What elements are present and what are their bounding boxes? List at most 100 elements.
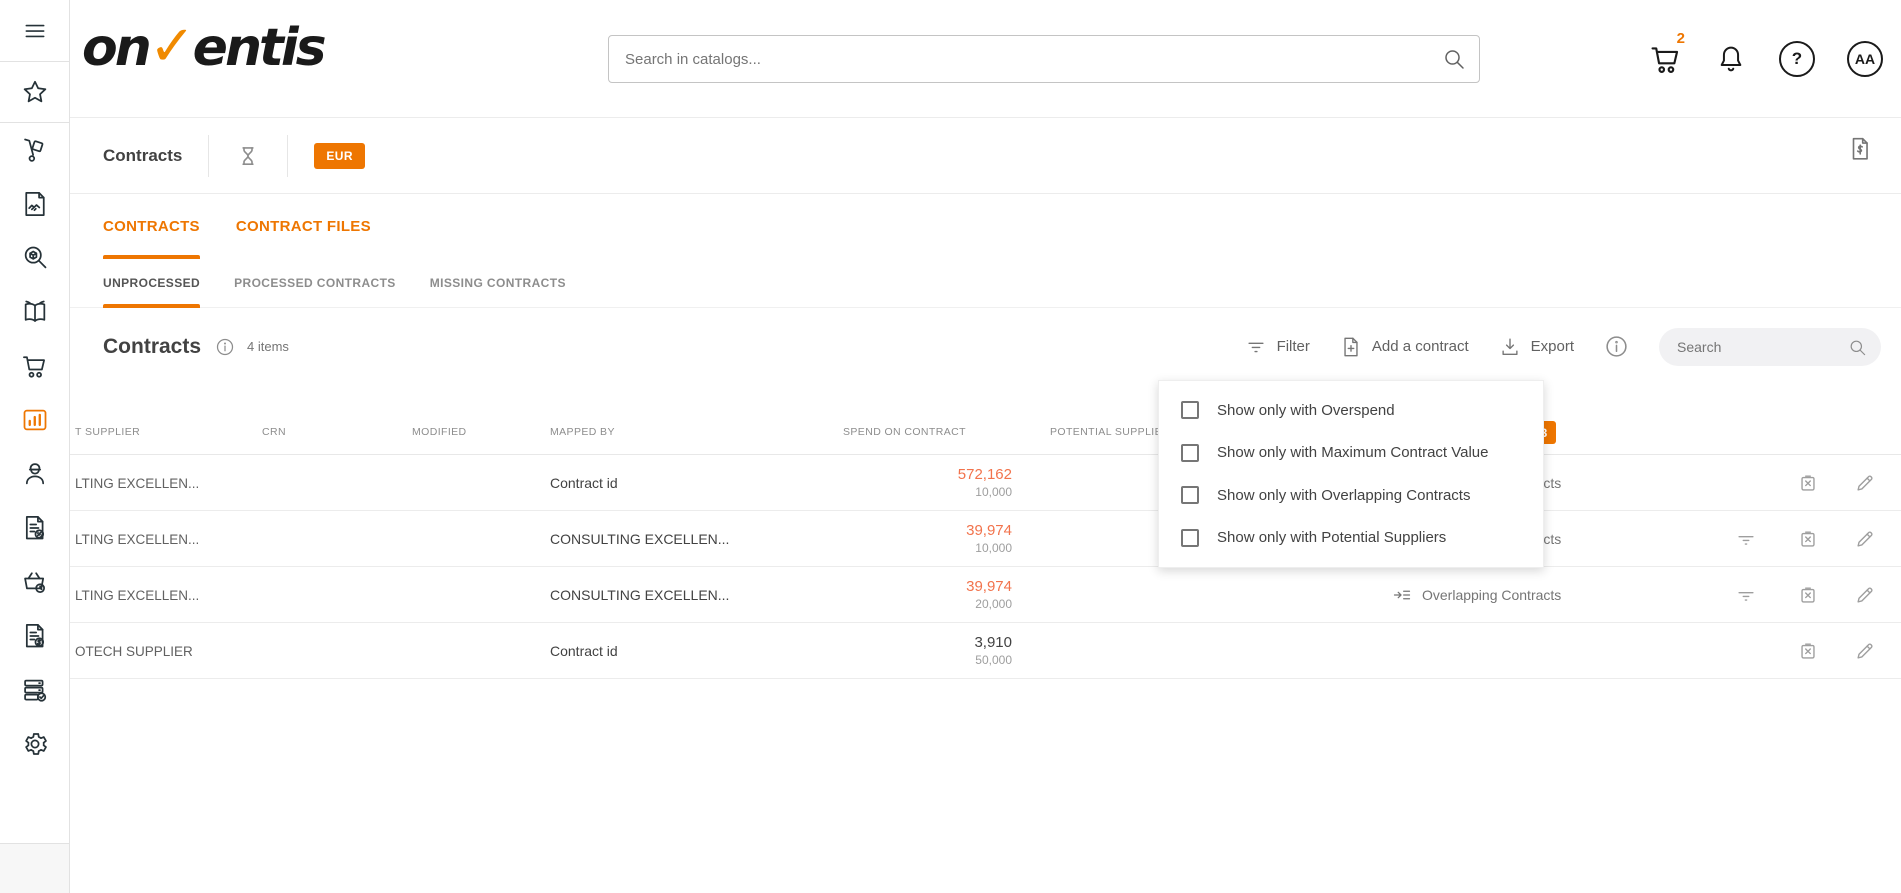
row-filter-button[interactable] (1726, 511, 1766, 567)
filter-label: Filter (1277, 338, 1310, 355)
toolbar: Filter Add a contract Export (1245, 308, 1881, 385)
download-icon (1499, 336, 1521, 358)
sidebar-item-shopping-cart[interactable] (0, 339, 69, 393)
delete-icon (1797, 472, 1819, 494)
add-contract-button[interactable]: Add a contract (1340, 336, 1469, 358)
sidebar-item-invoices[interactable] (0, 501, 69, 555)
section-title: Contracts (103, 335, 201, 359)
row-filter-button[interactable] (1726, 567, 1766, 623)
delete-button[interactable] (1788, 511, 1828, 567)
filter-icon (1735, 584, 1757, 606)
account-button[interactable]: AA (1847, 41, 1883, 77)
checkbox[interactable] (1181, 444, 1199, 462)
edit-button[interactable] (1845, 567, 1885, 623)
cart-icon (21, 352, 49, 380)
filter-option-maximum-contract-value[interactable]: Show only with Maximum Contract Value (1159, 444, 1543, 462)
tab-contract-files[interactable]: CONTRACT FILES (236, 194, 371, 259)
filter-option-label: Show only with Overlapping Contracts (1217, 487, 1470, 504)
sidebar-item-analytics[interactable] (0, 393, 69, 447)
export-button[interactable]: Export (1499, 336, 1574, 358)
table-row[interactable]: LTING EXCELLEN... Contract id 572,162 10… (70, 455, 1901, 511)
currency-badge: EUR (314, 143, 365, 169)
top-right-icons: 2 ? AA (1649, 0, 1883, 118)
sidebar-item-settings[interactable] (0, 717, 69, 771)
sidebar-item-suppliers[interactable] (0, 447, 69, 501)
delete-button[interactable] (1788, 567, 1828, 623)
bar-chart-icon (21, 406, 49, 434)
hand-truck-icon (21, 136, 49, 164)
cart-button[interactable]: 2 (1649, 42, 1683, 76)
subtab-processed-contracts[interactable]: PROCESSED CONTRACTS (234, 258, 396, 308)
sidebar-item-order-history[interactable] (0, 555, 69, 609)
delete-button[interactable] (1788, 455, 1828, 511)
hamburger-menu-button[interactable] (0, 0, 69, 62)
sidebar-item-receiving[interactable] (0, 123, 69, 177)
sidebar-item-favorites[interactable] (0, 62, 69, 123)
table-row[interactable]: LTING EXCELLEN... CONSULTING EXCELLEN...… (70, 511, 1901, 567)
checkbox[interactable] (1181, 401, 1199, 419)
sidebar-item-contracts[interactable] (0, 177, 69, 231)
column-header-mapped-by[interactable]: MAPPED BY (550, 426, 615, 438)
person-cap-icon (21, 460, 49, 488)
edit-button[interactable] (1845, 623, 1885, 679)
spend-cell: 572,162 10,000 (770, 455, 1012, 511)
filter-option-potential-suppliers[interactable]: Show only with Potential Suppliers (1159, 529, 1543, 547)
avatar: AA (1847, 41, 1883, 77)
contract-report-button[interactable] (1847, 136, 1873, 162)
contract-value: 10,000 (975, 541, 1012, 556)
section-info-button[interactable] (215, 337, 235, 357)
column-header-spend[interactable]: SPEND ON CONTRACT (843, 426, 966, 438)
logo-text-post: entis (193, 18, 324, 78)
divider (208, 135, 209, 177)
filter-option-label: Show only with Overspend (1217, 402, 1395, 419)
table-row[interactable]: LTING EXCELLEN... CONSULTING EXCELLEN...… (70, 567, 1901, 623)
sidebar-item-master-data[interactable] (0, 663, 69, 717)
sidebar-item-billing[interactable] (0, 609, 69, 663)
logo-check-icon: ✓ (149, 14, 193, 79)
search-package-icon (21, 244, 49, 272)
filter-button[interactable]: Filter (1245, 336, 1310, 358)
search-icon[interactable] (1848, 338, 1867, 357)
spend-value: 3,910 (974, 634, 1012, 653)
add-contract-label: Add a contract (1372, 338, 1469, 355)
question-mark-icon: ? (1779, 41, 1815, 77)
tab-contracts[interactable]: CONTRACTS (103, 194, 200, 259)
checkbox[interactable] (1181, 529, 1199, 547)
gear-icon (21, 730, 49, 758)
bell-icon (1715, 43, 1747, 75)
column-header-modified[interactable]: MODIFIED (412, 426, 467, 438)
spend-cell: 3,910 50,000 (770, 623, 1012, 679)
export-label: Export (1531, 338, 1574, 355)
subtab-unprocessed[interactable]: UNPROCESSED (103, 258, 200, 308)
onventis-logo[interactable]: on✓entis (82, 14, 324, 79)
edit-button[interactable] (1845, 511, 1885, 567)
delete-button[interactable] (1788, 623, 1828, 679)
column-header-crn[interactable]: CRN (262, 426, 286, 438)
sidebar (0, 0, 70, 893)
sidebar-item-catalogs[interactable] (0, 285, 69, 339)
edit-button[interactable] (1845, 455, 1885, 511)
notifications-button[interactable] (1715, 43, 1747, 75)
mapped-by-cell: CONSULTING EXCELLEN... (550, 567, 800, 623)
list-info-button[interactable] (1604, 334, 1629, 359)
info-icon (1604, 334, 1629, 359)
logo-text-pre: on (82, 18, 149, 78)
page-header-row: Contracts EUR (70, 118, 1901, 193)
column-header-supplier[interactable]: T SUPPLIER (75, 426, 140, 438)
checkbox[interactable] (1181, 486, 1199, 504)
catalog-search-input[interactable] (608, 35, 1480, 83)
sidebar-item-product-search[interactable] (0, 231, 69, 285)
filter-option-overlapping-contracts[interactable]: Show only with Overlapping Contracts (1159, 486, 1543, 504)
search-icon[interactable] (1442, 47, 1466, 71)
table-row[interactable]: OTECH SUPPLIER Contract id 3,910 50,000 (70, 623, 1901, 679)
subtab-missing-contracts[interactable]: MISSING CONTRACTS (430, 258, 566, 308)
help-button[interactable]: ? (1779, 41, 1815, 77)
add-document-icon (1340, 336, 1362, 358)
overlapping-contracts-link[interactable]: Overlapping Contracts (1392, 567, 1561, 623)
table-search (1659, 328, 1881, 366)
contract-value: 10,000 (975, 485, 1012, 500)
contract-value: 50,000 (975, 653, 1012, 668)
filter-option-overspend[interactable]: Show only with Overspend (1159, 401, 1543, 419)
filter-icon (1245, 336, 1267, 358)
pencil-icon (1854, 528, 1876, 550)
